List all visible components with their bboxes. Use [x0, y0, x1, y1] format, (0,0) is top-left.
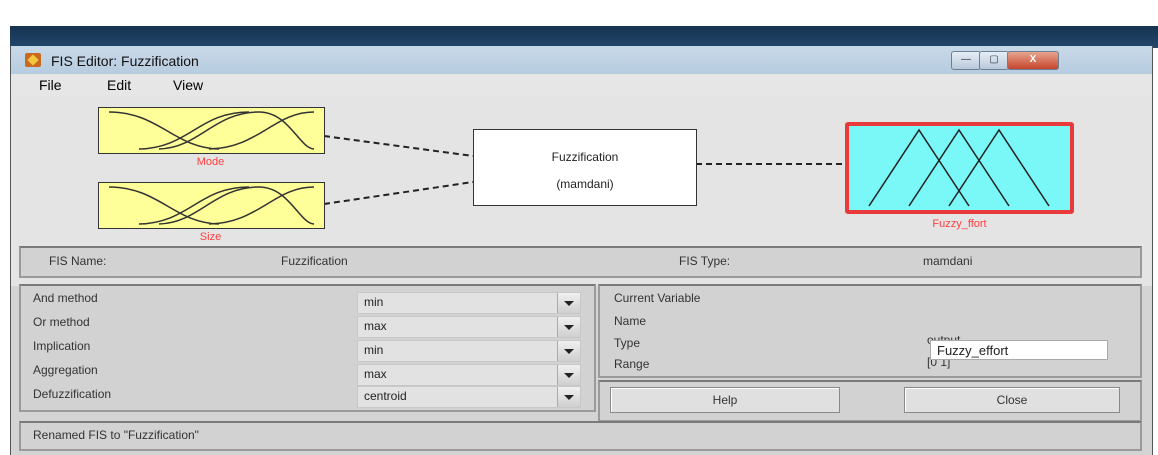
implication-value: min — [364, 343, 384, 357]
chevron-down-icon[interactable] — [557, 317, 580, 337]
close-window-button[interactable]: X — [1007, 51, 1059, 70]
matlab-icon — [25, 53, 41, 67]
aggregation-dropdown[interactable]: max — [357, 364, 581, 386]
defuzzification-dropdown[interactable]: centroid — [357, 386, 581, 408]
or-method-value: max — [364, 319, 387, 333]
fis-type-label: FIS Type: — [679, 254, 731, 268]
and-method-label: And method — [33, 291, 98, 305]
output-variable-fuzzy-effort[interactable] — [845, 122, 1074, 214]
triangular-mf-icon — [868, 128, 1050, 207]
input-variable-size[interactable] — [98, 182, 325, 229]
output-label: Fuzzy_ffort — [932, 218, 987, 230]
chevron-down-icon[interactable] — [557, 341, 580, 361]
input-variable-mode[interactable] — [98, 107, 325, 154]
or-method-label: Or method — [33, 315, 90, 329]
status-bar: Renamed FIS to "Fuzzification" — [19, 421, 1142, 451]
variable-type-label: Type — [614, 336, 641, 350]
defuzzification-label: Defuzzification — [33, 387, 112, 401]
variable-range-label: Range — [614, 357, 650, 371]
minimize-button[interactable]: — — [951, 51, 981, 70]
system-type: (mamdani) — [556, 177, 614, 191]
current-variable-panel: Current Variable Name Type output Range … — [598, 284, 1142, 378]
menu-bar: File Edit View — [11, 74, 1152, 96]
menu-file[interactable]: File — [39, 77, 62, 93]
system-name: Fuzzification — [551, 150, 619, 164]
aggregation-label: Aggregation — [33, 363, 98, 377]
implication-label: Implication — [33, 339, 91, 353]
and-method-dropdown[interactable]: min — [357, 292, 581, 314]
chevron-down-icon[interactable] — [557, 293, 580, 313]
input-label-mode: Mode — [196, 156, 225, 168]
window-frame-top — [10, 26, 1158, 48]
or-method-dropdown[interactable]: max — [357, 316, 581, 338]
fis-name-label: FIS Name: — [49, 254, 107, 268]
aggregation-value: max — [364, 367, 387, 381]
fis-info-panel: FIS Name: Fuzzification FIS Type: mamdan… — [19, 246, 1142, 278]
maximize-button[interactable]: ▢ — [979, 51, 1009, 70]
membership-functions-icon — [108, 111, 315, 150]
fis-system-block[interactable]: Fuzzification (mamdani) — [473, 129, 697, 206]
close-button[interactable]: Close — [904, 387, 1120, 413]
chevron-down-icon[interactable] — [557, 365, 580, 385]
defuzzification-value: centroid — [364, 389, 407, 403]
current-variable-heading: Current Variable — [614, 291, 701, 305]
status-message: Renamed FIS to "Fuzzification" — [33, 428, 199, 442]
chevron-down-icon[interactable] — [557, 387, 580, 407]
help-button[interactable]: Help — [610, 387, 840, 413]
title-bar[interactable]: FIS Editor: Fuzzification — ▢ X — [11, 46, 1152, 74]
window-title: FIS Editor: Fuzzification — [51, 53, 199, 69]
and-method-value: min — [364, 295, 384, 309]
methods-panel: And method min Or method max Implication… — [19, 284, 596, 412]
menu-view[interactable]: View — [173, 77, 203, 93]
fis-editor-window: FIS Editor: Fuzzification — ▢ X File Edi… — [10, 46, 1153, 455]
fis-name-value: Fuzzification — [281, 254, 348, 268]
input-label-size: Size — [199, 231, 222, 243]
membership-functions-icon — [108, 186, 315, 225]
menu-edit[interactable]: Edit — [107, 77, 131, 93]
fis-type-value: mamdani — [923, 254, 973, 268]
variable-name-label: Name — [614, 314, 647, 328]
button-panel: Help Close — [598, 380, 1142, 422]
variable-name-input[interactable]: Fuzzy_effort — [930, 340, 1108, 360]
implication-dropdown[interactable]: min — [357, 340, 581, 362]
